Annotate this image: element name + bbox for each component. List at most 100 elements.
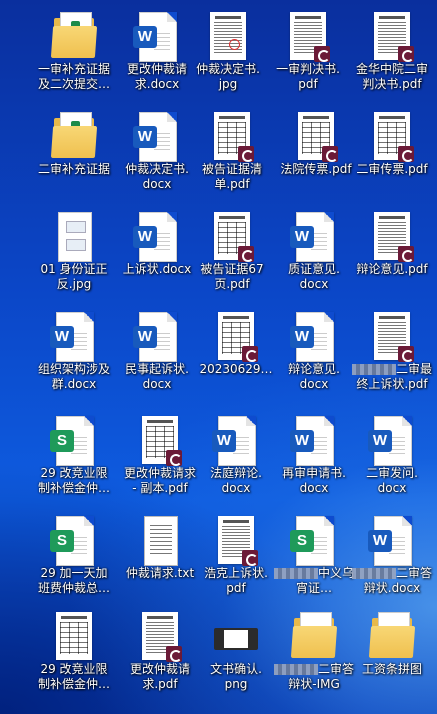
- word-document-icon: W: [133, 312, 181, 364]
- pdf-file-icon: [292, 112, 340, 164]
- pdf-file-icon: [208, 112, 256, 164]
- icon-label: 仲裁决定书. docx: [125, 162, 189, 191]
- pdf-file-icon: [284, 12, 332, 64]
- word-document-icon: W: [290, 416, 338, 468]
- image-file-icon: [204, 12, 252, 64]
- redacted-text: [352, 364, 396, 375]
- spreadsheet-icon: S: [50, 516, 98, 568]
- desktop-icon[interactable]: W 仲裁决定书. docx: [117, 106, 197, 206]
- icon-label: 二审补充证据: [37, 162, 110, 176]
- desktop: 一审补充证据 及二次提交… W 更改仲裁请 求.docx 仲裁决定书. jpg …: [0, 0, 437, 714]
- icon-label: 更改仲裁请 求.pdf: [129, 662, 190, 691]
- word-document-icon: W: [290, 312, 338, 364]
- word-document-icon: W: [368, 416, 416, 468]
- desktop-icon[interactable]: W 二审发问. docx: [352, 410, 432, 510]
- desktop-icon[interactable]: 仲裁请求.txt: [120, 510, 200, 610]
- icon-label: 29 加一天加 班费仲裁总…: [37, 566, 110, 595]
- word-document-icon: W: [133, 112, 181, 164]
- desktop-icon[interactable]: 二审补充证据: [34, 106, 114, 206]
- icon-label: 中义乌 宵证…: [274, 566, 354, 596]
- pdf-file-icon: [212, 312, 260, 364]
- pdf-file-icon: [368, 312, 416, 364]
- pdf-file-icon: [136, 612, 184, 664]
- icon-label: 被告证据67 页.pdf: [200, 262, 264, 291]
- desktop-icon[interactable]: 二审传票.pdf: [352, 106, 432, 206]
- icon-label: 仲裁决定书. jpg: [196, 62, 260, 91]
- word-document-icon: W: [368, 516, 416, 568]
- desktop-icon[interactable]: 浩克上诉状. pdf: [196, 510, 276, 610]
- icon-label: 更改仲裁请 求.docx: [126, 62, 187, 91]
- image-file-icon: [212, 612, 260, 664]
- icon-label: 更改仲裁请求 - 副本.pdf: [123, 466, 196, 495]
- desktop-icon[interactable]: 仲裁决定书. jpg: [188, 6, 268, 106]
- pdf-file-icon: [212, 516, 260, 568]
- icon-label: 一审补充证据 及二次提交…: [37, 62, 110, 91]
- icon-label: 法庭辩论. docx: [210, 466, 262, 495]
- desktop-icon[interactable]: W 上诉状.docx: [117, 206, 197, 306]
- icon-label: 文书确认. png: [210, 662, 262, 691]
- pdf-file-icon: [368, 212, 416, 264]
- desktop-icon[interactable]: 工资条拼图: [352, 606, 432, 706]
- desktop-icon[interactable]: W 民事起诉状. docx: [117, 306, 197, 406]
- desktop-icon[interactable]: 一审判决书. pdf: [268, 6, 348, 106]
- icon-label: 一审判决书. pdf: [276, 62, 340, 91]
- icon-label: 29 改竞业限 制补偿金仲…: [37, 466, 110, 495]
- desktop-icon[interactable]: 更改仲裁请 求.pdf: [120, 606, 200, 706]
- desktop-icon[interactable]: S 29 改竞业限 制补偿金仲…: [34, 410, 114, 510]
- desktop-icon[interactable]: 法院传票.pdf: [276, 106, 356, 206]
- desktop-icon[interactable]: S 29 加一天加 班费仲裁总…: [34, 510, 114, 610]
- word-document-icon: W: [212, 416, 260, 468]
- icon-label: 01 身份证正 反.jpg: [40, 262, 108, 291]
- pdf-file-icon: [368, 112, 416, 164]
- word-document-icon: W: [290, 212, 338, 264]
- icon-label: 20230629…: [199, 362, 273, 376]
- image-file-icon: [50, 612, 98, 664]
- desktop-icon[interactable]: 二审最 终上诉状.pdf: [352, 306, 432, 406]
- icon-label: 民事起诉状. docx: [125, 362, 189, 391]
- icon-label: 金华中院二审 判决书.pdf: [355, 62, 428, 91]
- desktop-icon[interactable]: 被告证据67 页.pdf: [192, 206, 272, 306]
- desktop-icon[interactable]: 文书确认. png: [196, 606, 276, 706]
- icon-label: 仲裁请求.txt: [125, 566, 195, 580]
- redacted-text: [274, 568, 318, 579]
- redacted-text: [352, 568, 396, 579]
- desktop-icon[interactable]: 金华中院二审 判决书.pdf: [352, 6, 432, 106]
- icon-label: 二审答 辩状.docx: [352, 566, 432, 596]
- word-document-icon: W: [50, 312, 98, 364]
- icon-label: 二审发问. docx: [366, 466, 418, 495]
- desktop-icon[interactable]: W 二审答 辩状.docx: [352, 510, 432, 610]
- pdf-file-icon: [208, 212, 256, 264]
- desktop-icon[interactable]: W 法庭辩论. docx: [196, 410, 276, 510]
- desktop-icon[interactable]: 被告证据清 单.pdf: [192, 106, 272, 206]
- desktop-icon[interactable]: W 辩论意见. docx: [274, 306, 354, 406]
- desktop-icon[interactable]: 20230629…: [196, 306, 276, 406]
- folder-icon: [368, 612, 416, 664]
- icon-label: 二审传票.pdf: [356, 162, 428, 176]
- icon-label: 29 改竞业限 制补偿金仲…: [37, 662, 110, 691]
- desktop-icon[interactable]: 29 改竞业限 制补偿金仲…: [34, 606, 114, 706]
- icon-label: 再审申请书. docx: [282, 466, 346, 495]
- icon-label: 质证意见. docx: [288, 262, 340, 291]
- icon-label: 二审最 终上诉状.pdf: [352, 362, 432, 392]
- desktop-icon[interactable]: 一审补充证据 及二次提交…: [34, 6, 114, 106]
- desktop-icon[interactable]: 辩论意见.pdf: [352, 206, 432, 306]
- icon-label: 辩论意见.pdf: [356, 262, 428, 276]
- desktop-icon[interactable]: 二审答 辩状-IMG: [274, 606, 354, 706]
- desktop-icon[interactable]: W 更改仲裁请 求.docx: [117, 6, 197, 106]
- icon-label: 工资条拼图: [361, 662, 422, 676]
- desktop-icon[interactable]: W 再审申请书. docx: [274, 410, 354, 510]
- desktop-icon[interactable]: W 质证意见. docx: [274, 206, 354, 306]
- icon-label: 浩克上诉状. pdf: [204, 566, 268, 595]
- desktop-icon[interactable]: W 组织架构涉及 群.docx: [34, 306, 114, 406]
- text-file-icon: [136, 516, 184, 568]
- desktop-icon[interactable]: S 中义乌 宵证…: [274, 510, 354, 610]
- desktop-icon[interactable]: 更改仲裁请求 - 副本.pdf: [120, 410, 200, 510]
- icon-label: 二审答 辩状-IMG: [274, 662, 354, 692]
- pdf-file-icon: [136, 416, 184, 468]
- image-file-icon: [50, 212, 98, 264]
- icon-label: 辩论意见. docx: [288, 362, 340, 391]
- desktop-icon[interactable]: 01 身份证正 反.jpg: [34, 206, 114, 306]
- icon-label: 组织架构涉及 群.docx: [37, 362, 110, 391]
- icon-label: 上诉状.docx: [122, 262, 192, 276]
- folder-icon: [50, 112, 98, 164]
